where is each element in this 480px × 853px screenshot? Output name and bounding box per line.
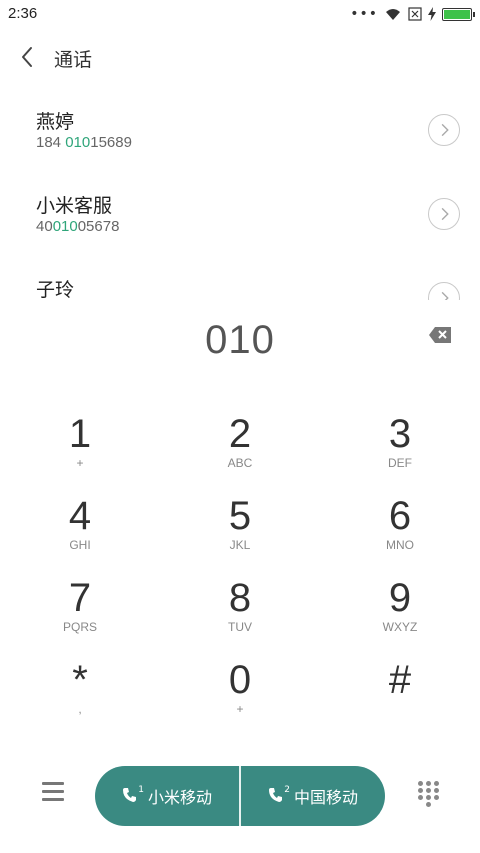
call-sim1-button[interactable]: 1 小米移动 — [95, 766, 239, 826]
chevron-left-icon[interactable] — [16, 44, 40, 70]
contact-row[interactable]: 燕婷 184 01015689 — [0, 88, 480, 172]
key-6[interactable]: 6 MNO — [330, 492, 470, 574]
key-9[interactable]: 9 WXYZ — [330, 574, 470, 656]
wifi-icon — [386, 9, 400, 20]
entered-number: 010 — [205, 318, 275, 362]
more-dots-icon: ••• — [350, 6, 378, 22]
contact-detail-chevron-icon[interactable] — [428, 114, 460, 146]
key-hash[interactable]: # — [330, 656, 470, 738]
key-5[interactable]: 5 JKL — [170, 492, 310, 574]
key-0[interactable]: 0 + — [170, 656, 310, 738]
key-8[interactable]: 8 TUV — [170, 574, 310, 656]
call-buttons: 1 小米移动 2 中国移动 — [95, 766, 385, 826]
menu-icon[interactable] — [42, 782, 66, 804]
battery-icon — [442, 7, 475, 21]
contact-number: 184 01015689 — [36, 134, 132, 151]
contact-name: 小米客服 — [36, 195, 113, 217]
call-sim1-label: 小米移动 — [147, 788, 212, 807]
contact-name: 燕婷 — [36, 111, 75, 133]
key-7[interactable]: 7 PQRS — [10, 574, 150, 656]
contact-list: 燕婷 184 01015689 小米客服 4001005678 子玲 — [0, 88, 480, 300]
page-title: 通话 — [54, 49, 93, 71]
charging-icon — [428, 7, 436, 21]
key-3[interactable]: 3 DEF — [330, 410, 470, 492]
call-sim2-label: 中国移动 — [293, 788, 358, 807]
header: 通话 — [0, 36, 480, 80]
dialpad-icon[interactable] — [418, 781, 440, 809]
key-1[interactable]: 1 + — [10, 410, 150, 492]
dial-display: 010 — [0, 310, 480, 380]
contact-number: 4001005678 — [36, 218, 120, 235]
contact-detail-chevron-icon[interactable] — [428, 198, 460, 230]
call-sim2-button[interactable]: 2 中国移动 — [241, 766, 385, 826]
status-bar: 2:36 ••• — [0, 0, 480, 28]
key-2[interactable]: 2 ABC — [170, 410, 310, 492]
status-icons: ••• — [350, 6, 475, 22]
backspace-icon[interactable] — [428, 326, 452, 344]
key-4[interactable]: 4 GHI — [10, 492, 150, 574]
phone-icon: 1 — [122, 785, 144, 805]
contact-detail-chevron-icon[interactable] — [428, 282, 460, 300]
sim-off-icon — [408, 7, 422, 21]
phone-icon: 2 — [268, 785, 290, 805]
contact-row[interactable]: 小米客服 4001005678 — [0, 172, 480, 256]
bottom-bar: 1 小米移动 2 中国移动 — [0, 764, 480, 828]
contact-name: 子玲 — [36, 279, 75, 300]
key-star[interactable]: *, — [10, 656, 150, 738]
contact-row[interactable]: 子玲 — [0, 256, 480, 300]
status-time: 2:36 — [8, 5, 38, 22]
